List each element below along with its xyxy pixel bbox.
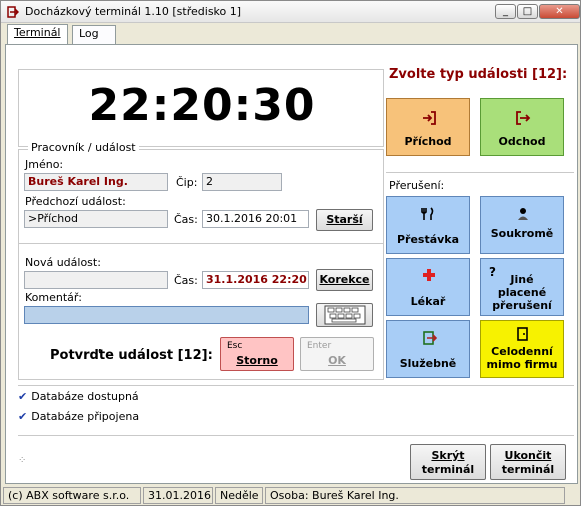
status-bar: (c) ABX software s.r.o. 31.01.2016 Neděl…	[1, 486, 580, 505]
close-button[interactable]: ✕	[539, 4, 580, 19]
db-available-check: ✔ Databáze dostupná	[18, 390, 139, 403]
keyboard-icon	[324, 305, 365, 325]
clock-box: 22:20:30	[18, 69, 384, 147]
new-event-field	[24, 271, 168, 289]
whole-day-line2: mimo firmu	[486, 358, 558, 371]
keyboard-button[interactable]	[316, 303, 373, 327]
spinner-icon: ⁘	[18, 455, 27, 466]
confirm-prompt: Potvrďte událost [12]:	[50, 348, 213, 363]
hide-terminal-line2: terminál	[421, 463, 475, 476]
minimize-button[interactable]: _	[495, 4, 516, 19]
hide-terminal-button[interactable]: Skrýt terminál	[410, 444, 486, 480]
cancel-label: Storno	[236, 354, 278, 367]
enter-icon	[423, 111, 436, 125]
cancel-button[interactable]: Esc Storno	[220, 337, 294, 371]
title-bar[interactable]: Docházkový terminál 1.10 [středisko 1] _…	[1, 1, 580, 23]
break-label: Přestávka	[396, 233, 460, 246]
name-field: Bureš Karel Ing.	[24, 173, 168, 191]
door-icon	[517, 327, 528, 341]
group-divider	[18, 243, 384, 244]
doctor-label: Lékař	[410, 295, 446, 308]
private-button[interactable]: Soukromě	[480, 196, 564, 254]
prev-event-label: Předchozí událost:	[25, 195, 126, 208]
status-person: Osoba: Bureš Karel Ing.	[265, 487, 565, 504]
arrival-label: Příchod	[404, 135, 452, 148]
db-available-label: Databáze dostupná	[31, 390, 139, 403]
prev-time-label: Čas:	[174, 213, 198, 226]
chip-field: 2	[202, 173, 282, 191]
db-connected-check: ✔ Databáze připojena	[18, 410, 139, 423]
chip-label: Čip:	[176, 176, 198, 189]
status-date: 31.01.2016	[143, 487, 213, 504]
terminal-panel: 22:20:30 Pracovník / událost Jméno: Bure…	[5, 44, 578, 484]
name-label: Jméno:	[25, 158, 64, 171]
new-time-field: 31.1.2016 22:20	[202, 271, 309, 289]
other-paid-line1: Jiné	[510, 273, 534, 286]
whole-day-line1: Celodenní	[491, 345, 553, 358]
prev-event-field: >Příchod	[24, 210, 168, 228]
window-title: Docházkový terminál 1.10 [středisko 1]	[25, 5, 242, 18]
departure-label: Odchod	[498, 135, 546, 148]
comment-input[interactable]	[24, 306, 309, 324]
quit-terminal-line1: Ukončit	[504, 449, 552, 462]
new-time-label: Čas:	[174, 274, 198, 287]
exit-icon	[516, 111, 531, 125]
terminal-window: Docházkový terminál 1.10 [středisko 1] _…	[0, 0, 581, 506]
quit-terminal-button[interactable]: Ukončit terminál	[490, 444, 566, 480]
events-divider	[386, 172, 574, 173]
db-connected-label: Databáze připojena	[31, 410, 140, 423]
break-button[interactable]: Přestávka	[386, 196, 470, 254]
status-day: Neděle	[215, 487, 263, 504]
checkmark-icon: ✔	[18, 410, 28, 423]
maximize-button[interactable]: □	[517, 4, 538, 19]
employee-group-legend: Pracovník / událost	[28, 141, 139, 154]
tab-terminal[interactable]: Terminál	[7, 24, 68, 45]
other-paid-button[interactable]: ? Jiné placené přerušení	[480, 258, 564, 316]
ok-button[interactable]: Enter OK	[300, 337, 374, 371]
other-paid-line2: placené	[497, 286, 547, 299]
hide-terminal-line1: Skrýt	[431, 449, 465, 462]
business-icon	[423, 331, 437, 345]
fork-knife-icon	[421, 207, 434, 220]
comment-label: Komentář:	[25, 291, 82, 304]
red-cross-icon	[423, 269, 435, 281]
older-button[interactable]: Starší	[316, 209, 373, 231]
event-type-heading: Zvolte typ události [12]:	[389, 67, 568, 82]
quit-terminal-line2: terminál	[501, 463, 555, 476]
new-event-label: Nová událost:	[25, 256, 101, 269]
app-icon	[7, 6, 19, 18]
bottom-divider	[18, 435, 574, 436]
business-button[interactable]: Služebně	[386, 320, 470, 378]
arrival-button[interactable]: Příchod	[386, 98, 470, 156]
person-icon	[518, 208, 528, 220]
business-label: Služebně	[399, 357, 457, 370]
prev-time-field: 30.1.2016 20:01	[202, 210, 309, 228]
whole-day-button[interactable]: Celodenní mimo firmu	[480, 320, 564, 378]
clock-display: 22:20:30	[88, 80, 316, 131]
ok-label: OK	[328, 354, 346, 367]
checkmark-icon: ✔	[18, 390, 28, 403]
correction-button[interactable]: Korekce	[316, 269, 373, 291]
status-company: (c) ABX software s.r.o.	[3, 487, 141, 504]
doctor-button[interactable]: Lékař	[386, 258, 470, 316]
private-label: Soukromě	[490, 227, 554, 240]
interruption-label: Přerušení:	[389, 179, 445, 192]
checks-divider	[18, 385, 574, 386]
cancel-key-hint: Esc	[227, 341, 243, 351]
departure-button[interactable]: Odchod	[480, 98, 564, 156]
ok-key-hint: Enter	[307, 341, 332, 351]
tab-log[interactable]: Log	[72, 25, 116, 44]
other-paid-line3: přerušení	[492, 299, 552, 312]
